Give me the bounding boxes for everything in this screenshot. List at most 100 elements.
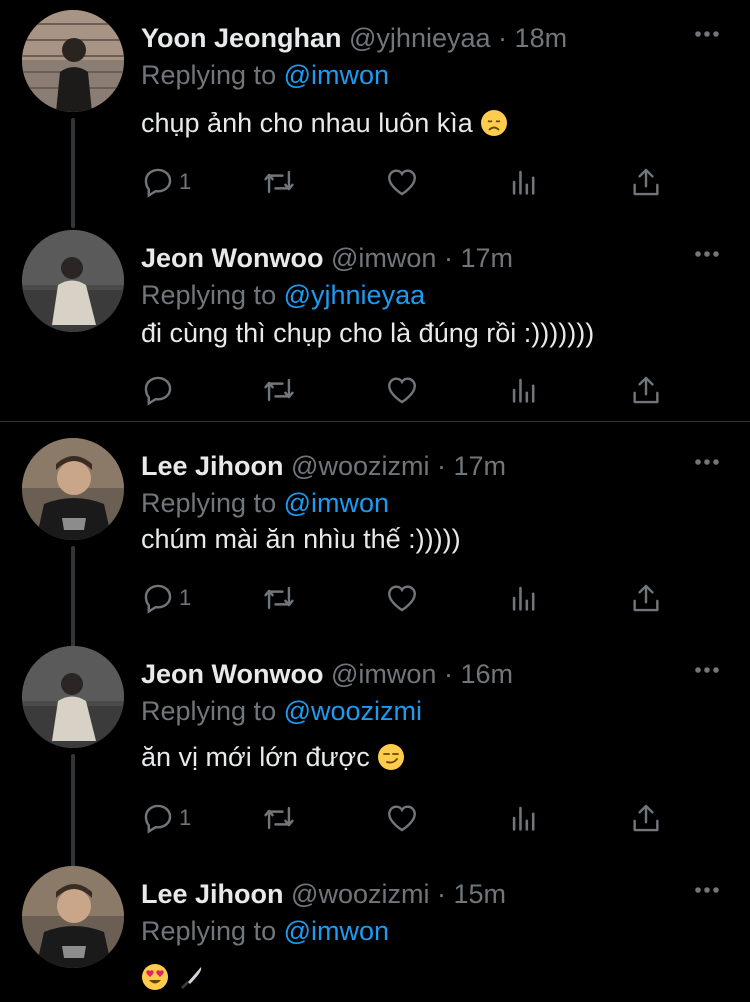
- separator: ·: [443, 659, 453, 689]
- share-button[interactable]: [629, 798, 663, 838]
- share-button[interactable]: [629, 370, 663, 410]
- retweet-button[interactable]: [261, 578, 297, 618]
- display-name[interactable]: Jeon Wonwoo: [141, 659, 324, 689]
- knife-icon: [180, 967, 201, 989]
- more-icon[interactable]: [694, 662, 720, 678]
- share-icon: [633, 584, 659, 612]
- avatar[interactable]: [22, 438, 124, 540]
- tweet-text: đi cùng thì chụp cho là đúng rồi :))))))…: [141, 318, 595, 348]
- reply-button[interactable]: 1: [141, 578, 191, 618]
- analytics-button[interactable]: [507, 798, 541, 838]
- reply-count: 1: [179, 585, 192, 610]
- smirking-face-icon: [378, 744, 405, 770]
- handle[interactable]: @woozizmi: [291, 451, 429, 481]
- retweet-button[interactable]: [261, 798, 297, 838]
- like-icon: [388, 169, 416, 196]
- tweet-text: chúm mài ăn nhìu thế :))))): [141, 524, 461, 554]
- retweet-icon: [264, 378, 294, 402]
- mention-link[interactable]: @yjhnieyaa: [284, 280, 426, 310]
- conversation-thread: Yoon Jeonghan @yjhnieyaa · 18m Replying …: [0, 0, 750, 1002]
- mention-link[interactable]: @imwon: [284, 488, 389, 518]
- display-name[interactable]: Lee Jihoon: [141, 451, 284, 481]
- separator: ·: [436, 451, 446, 481]
- analytics-button[interactable]: [507, 162, 541, 202]
- share-button[interactable]: [629, 162, 663, 202]
- tweet[interactable]: Yoon Jeonghan @yjhnieyaa · 18m Replying …: [0, 10, 750, 228]
- analytics-icon: [512, 378, 535, 403]
- reply-icon: [144, 376, 172, 406]
- tweet-text-content: chụp ảnh cho nhau luôn kìa: [141, 108, 473, 138]
- tweet-actions: 1: [141, 798, 681, 838]
- mention-link[interactable]: @woozizmi: [284, 696, 422, 726]
- handle[interactable]: @imwon: [331, 659, 436, 689]
- analytics-button[interactable]: [507, 578, 541, 618]
- retweet-icon: [264, 170, 294, 194]
- disappointed-face-icon: [481, 110, 508, 136]
- avatar[interactable]: [22, 646, 124, 748]
- replying-label: Replying to: [141, 916, 277, 946]
- more-icon[interactable]: [694, 246, 720, 262]
- analytics-button[interactable]: [507, 370, 541, 410]
- more-icon[interactable]: [694, 454, 720, 470]
- reply-count: 1: [179, 805, 192, 830]
- analytics-icon: [512, 170, 535, 195]
- tweet[interactable]: Lee Jihoon @woozizmi · 15m Replying to @…: [0, 866, 750, 1002]
- handle[interactable]: @woozizmi: [291, 879, 429, 909]
- timestamp[interactable]: 18m: [515, 23, 568, 53]
- retweet-button[interactable]: [261, 162, 297, 202]
- divider: [0, 421, 750, 422]
- avatar[interactable]: [22, 866, 124, 968]
- tweet-text: ăn vị mới lớn được: [141, 740, 405, 774]
- timestamp[interactable]: 15m: [454, 879, 507, 909]
- avatar[interactable]: [22, 10, 124, 112]
- display-name[interactable]: Yoon Jeonghan: [141, 23, 342, 53]
- tweet-actions: 1: [141, 578, 681, 618]
- timestamp[interactable]: 16m: [460, 659, 513, 689]
- timestamp[interactable]: 17m: [454, 451, 507, 481]
- like-icon: [388, 585, 416, 612]
- replying-to: Replying to @imwon: [141, 915, 389, 947]
- like-button[interactable]: [385, 798, 419, 838]
- avatar[interactable]: [22, 230, 124, 332]
- tweet-text: [141, 960, 205, 994]
- tweet-header: Jeon Wonwoo @imwon · 16m: [141, 658, 513, 690]
- tweet-actions: 1: [141, 162, 681, 202]
- replying-label: Replying to: [141, 696, 277, 726]
- more-icon[interactable]: [694, 26, 720, 42]
- like-icon: [388, 377, 416, 404]
- like-button[interactable]: [385, 370, 419, 410]
- retweet-button[interactable]: [261, 370, 297, 410]
- more-icon[interactable]: [694, 882, 720, 898]
- handle[interactable]: @imwon: [331, 243, 436, 273]
- handle[interactable]: @yjhnieyaa: [349, 23, 491, 53]
- like-button[interactable]: [385, 578, 419, 618]
- mention-link[interactable]: @imwon: [284, 916, 389, 946]
- display-name[interactable]: Lee Jihoon: [141, 879, 284, 909]
- reply-button[interactable]: [141, 370, 179, 410]
- display-name[interactable]: Jeon Wonwoo: [141, 243, 324, 273]
- reply-icon: [144, 804, 172, 834]
- share-icon: [633, 804, 659, 832]
- share-button[interactable]: [629, 578, 663, 618]
- tweet-header: Jeon Wonwoo @imwon · 17m: [141, 242, 513, 274]
- replying-to: Replying to @imwon: [141, 59, 389, 91]
- reply-button[interactable]: 1: [141, 798, 191, 838]
- replying-to: Replying to @yjhnieyaa: [141, 279, 425, 311]
- tweet-actions: [141, 370, 681, 410]
- share-icon: [633, 376, 659, 404]
- mention-link[interactable]: @imwon: [284, 60, 389, 90]
- timestamp[interactable]: 17m: [460, 243, 513, 273]
- tweet-header: Lee Jihoon @woozizmi · 15m: [141, 878, 506, 910]
- like-button[interactable]: [385, 162, 419, 202]
- replying-to: Replying to @imwon: [141, 487, 389, 519]
- tweet[interactable]: Jeon Wonwoo @imwon · 16m Replying to @wo…: [0, 646, 750, 872]
- retweet-icon: [264, 586, 294, 610]
- separator: ·: [443, 243, 453, 273]
- tweet[interactable]: Lee Jihoon @woozizmi · 17m Replying to @…: [0, 438, 750, 656]
- analytics-icon: [512, 806, 535, 831]
- like-icon: [388, 805, 416, 832]
- replying-label: Replying to: [141, 280, 277, 310]
- tweet[interactable]: Jeon Wonwoo @imwon · 17m Replying to @yj…: [0, 230, 750, 420]
- reply-button[interactable]: 1: [141, 162, 191, 202]
- reply-icon: [144, 584, 172, 614]
